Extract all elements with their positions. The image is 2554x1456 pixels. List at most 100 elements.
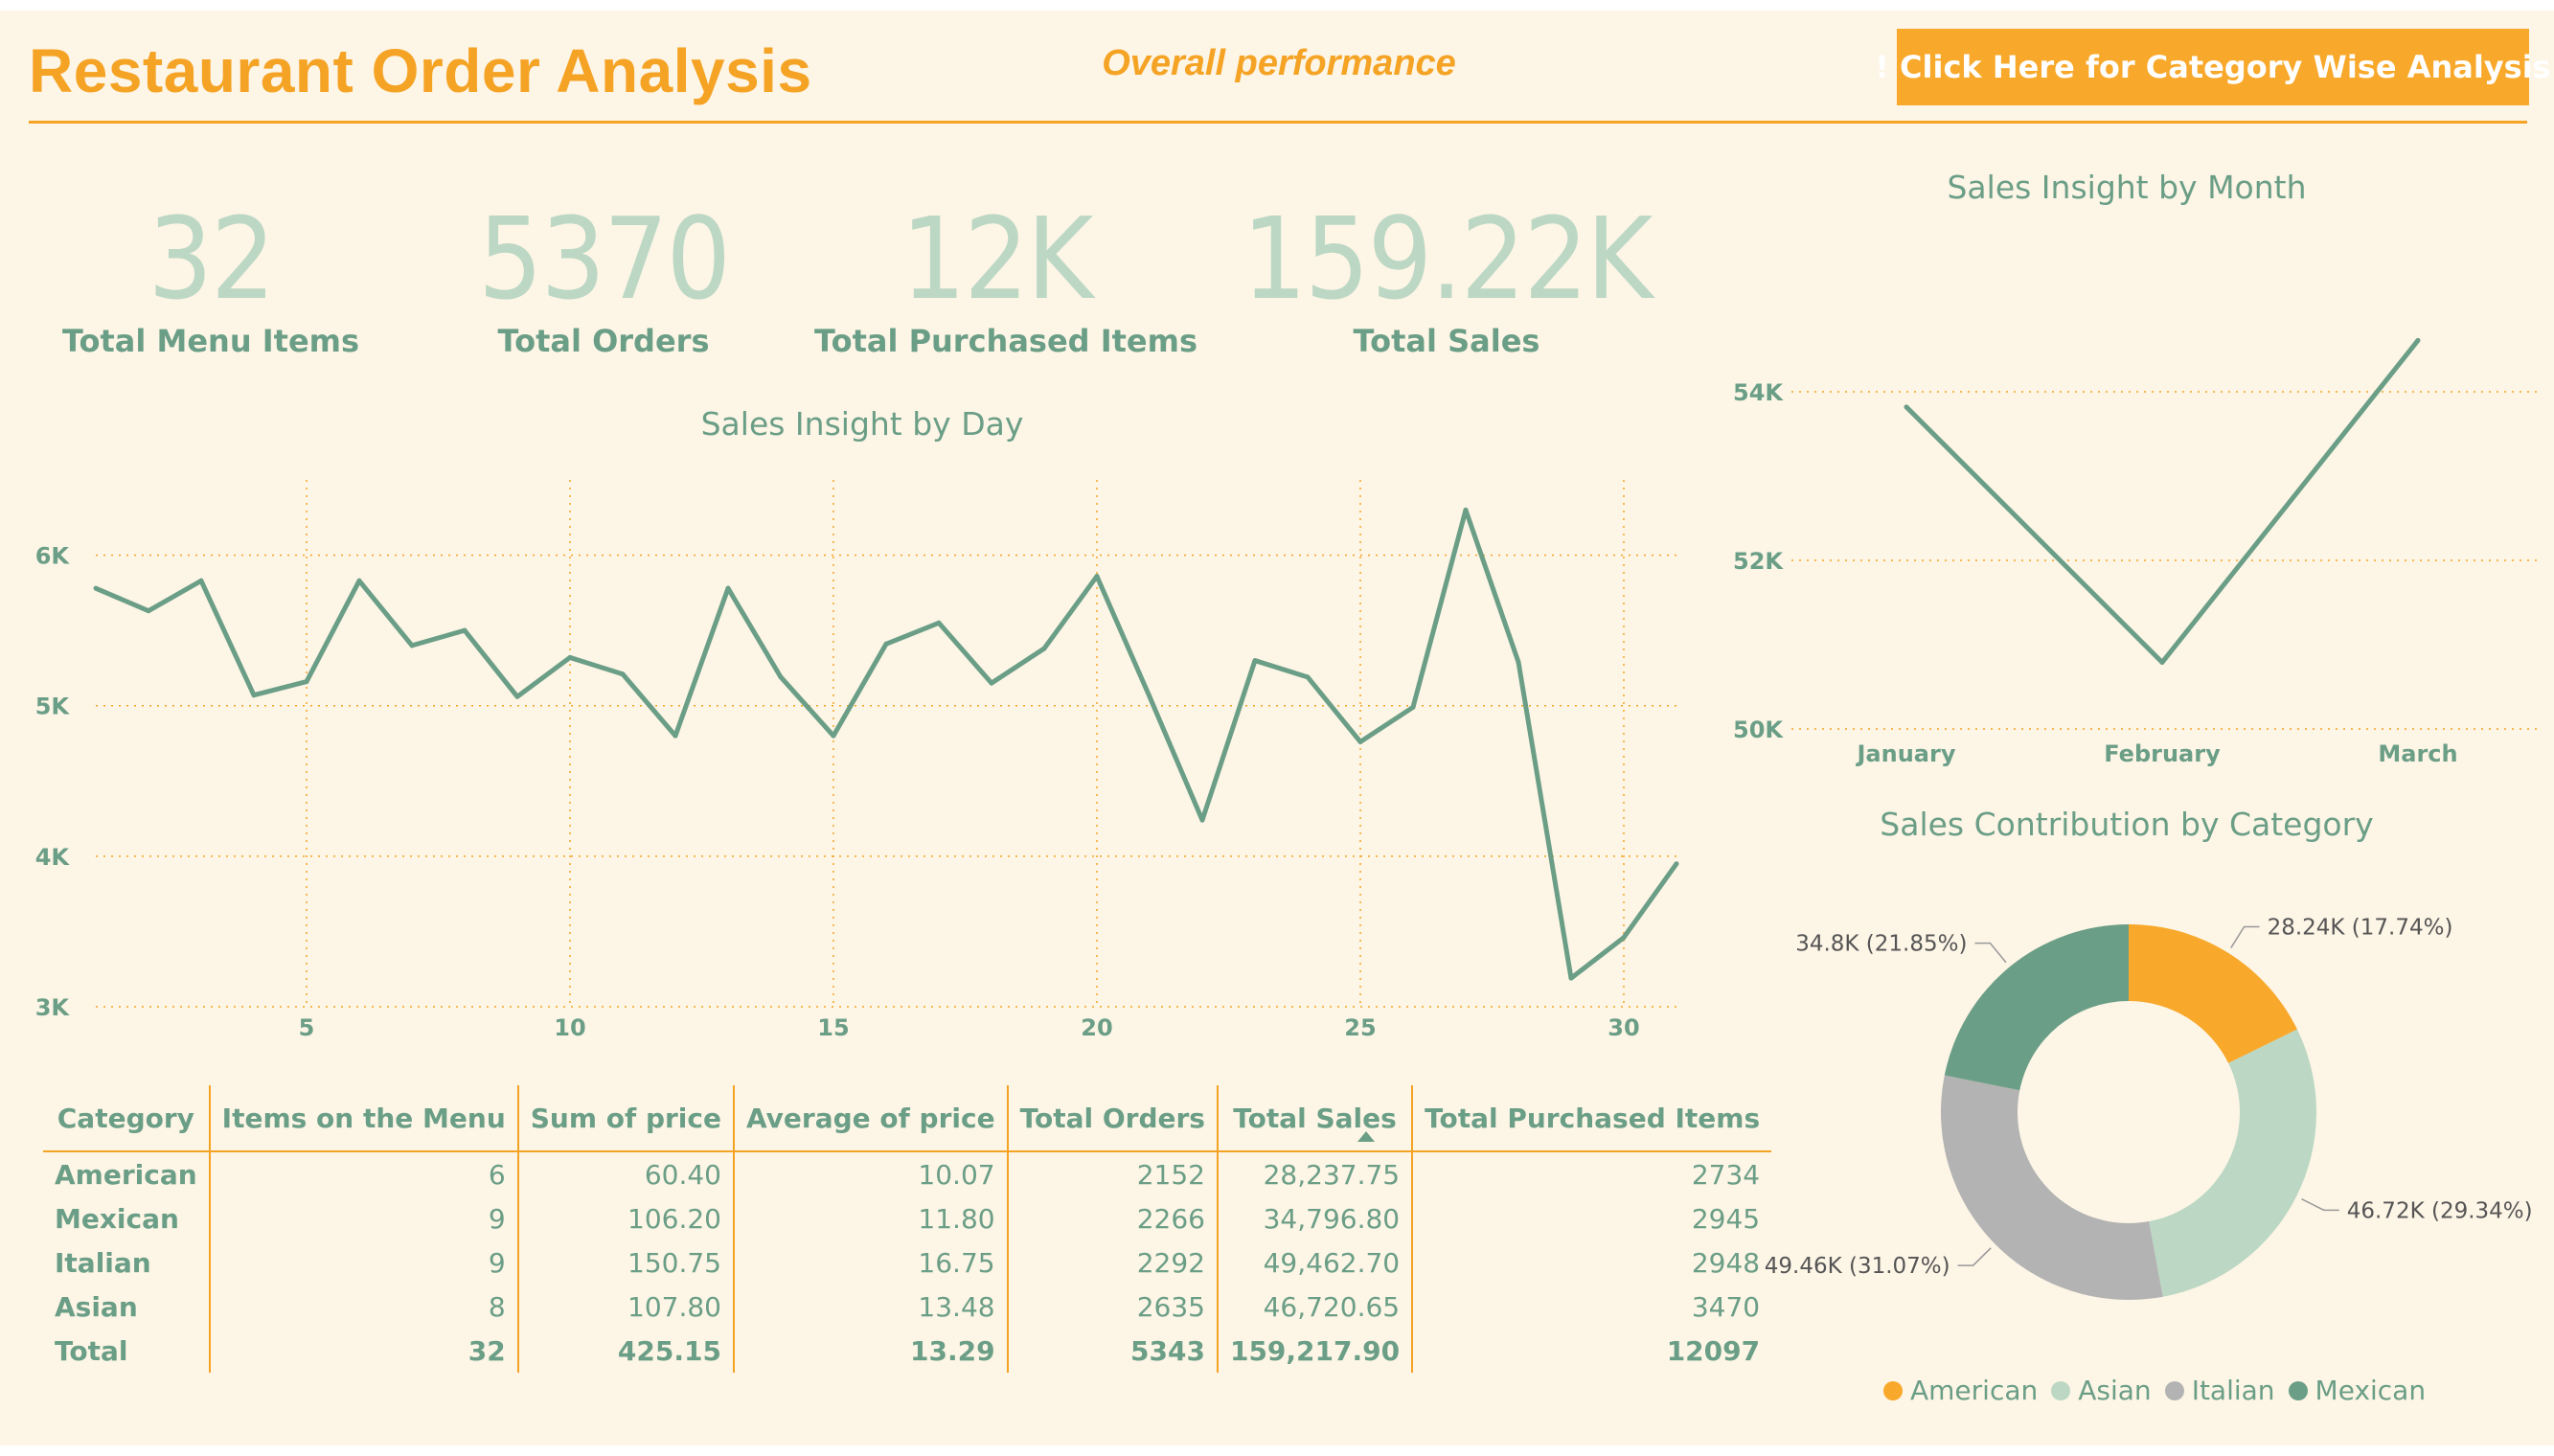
day-sales-point bbox=[514, 694, 520, 699]
donut-data-label: 49.46K (31.07%) bbox=[1765, 1254, 1950, 1279]
legend-item-asian[interactable]: Asian bbox=[2051, 1375, 2152, 1406]
day-x-tick-label: 5 bbox=[299, 1014, 315, 1041]
day-sales-point bbox=[1147, 694, 1152, 699]
table-row[interactable]: Mexican 9 106.20 11.80 2266 34,796.80 2945 bbox=[43, 1196, 1772, 1240]
day-sales-point bbox=[673, 733, 678, 739]
day-sales-point bbox=[1674, 861, 1679, 867]
table-cell-value: 2945 bbox=[1411, 1196, 1772, 1240]
day-sales-point bbox=[1199, 817, 1205, 823]
month-sales-line bbox=[1904, 338, 2420, 665]
table-cell-value: 6 bbox=[208, 1151, 518, 1196]
donut-leader-line bbox=[1957, 1247, 1992, 1266]
table-cell-value: 49,462.70 bbox=[1216, 1240, 1413, 1285]
legend-item-mexican[interactable]: Mexican bbox=[2288, 1375, 2427, 1406]
table-cell-value: 28,237.75 bbox=[1216, 1151, 1413, 1196]
table-row[interactable]: Asian 8 107.80 13.48 2635 46,720.65 3470 bbox=[43, 1285, 1772, 1329]
month-sales-point bbox=[2415, 337, 2421, 343]
kpi-total-menu-items-value: 32 bbox=[148, 193, 275, 325]
day-x-tick-label: 20 bbox=[1081, 1014, 1112, 1041]
day-y-tick-label: 4K bbox=[35, 844, 71, 871]
table-cell-value: 9 bbox=[208, 1196, 518, 1240]
legend-label-american: American bbox=[1910, 1375, 2039, 1406]
table-body: American 6 60.40 10.07 2152 28,237.75 2734 Mexi… bbox=[43, 1151, 1772, 1373]
day-x-tick-label: 15 bbox=[817, 1014, 849, 1041]
day-sales-point bbox=[198, 578, 204, 583]
category-legend: American Asian Italian Mexican bbox=[1883, 1375, 2429, 1406]
legend-label-mexican: Mexican bbox=[2315, 1375, 2427, 1406]
day-sales-point bbox=[989, 680, 994, 686]
column-header-items-on-menu[interactable]: Items on the Menu bbox=[208, 1085, 518, 1151]
dashboard-canvas: Restaurant Order Analysis Overall perfor… bbox=[0, 11, 2554, 1445]
table-row[interactable]: American 6 60.40 10.07 2152 28,237.75 2734 bbox=[43, 1151, 1772, 1196]
donut-data-label: 28.24K (17.74%) bbox=[2268, 915, 2453, 940]
kpi-total-purchased-items-label: Total Purchased Items bbox=[814, 323, 1198, 359]
table-cell-value: 2292 bbox=[1006, 1240, 1218, 1285]
month-chart-title: Sales Insight by Month bbox=[1947, 169, 2307, 206]
table-cell-value: 16.75 bbox=[732, 1240, 1008, 1285]
table-row[interactable]: Italian 9 150.75 16.75 2292 49,462.70 2948 bbox=[43, 1240, 1772, 1285]
column-header-total-orders[interactable]: Total Orders bbox=[1006, 1085, 1218, 1151]
table-header-row: Category Items on the Menu Sum of price … bbox=[43, 1085, 1772, 1151]
day-y-tick-label: 5K bbox=[35, 694, 71, 720]
header-divider bbox=[29, 121, 2527, 124]
column-header-category[interactable]: Category bbox=[43, 1085, 210, 1151]
day-sales-point bbox=[409, 643, 415, 648]
donut-leader-line bbox=[2230, 925, 2260, 948]
month-sales-point bbox=[2159, 659, 2165, 665]
column-header-sum-of-price[interactable]: Sum of price bbox=[516, 1085, 734, 1151]
day-sales-point bbox=[462, 627, 467, 633]
table-cell-category: Italian bbox=[55, 1246, 151, 1279]
kpi-total-sales-label: Total Sales bbox=[1353, 323, 1540, 359]
table-cell-category: Total bbox=[55, 1334, 128, 1367]
table-cell-value: 10.07 bbox=[732, 1151, 1008, 1196]
donut-data-label: 34.8K (21.85%) bbox=[1795, 932, 1967, 957]
day-y-tick-label: 3K bbox=[35, 994, 71, 1021]
donut-slice-asian bbox=[2149, 1029, 2316, 1297]
legend-item-italian[interactable]: Italian bbox=[2164, 1375, 2275, 1406]
table-cell-category: Mexican bbox=[55, 1202, 179, 1235]
day-sales-point bbox=[1041, 646, 1047, 651]
month-y-tick-label: 50K bbox=[1733, 717, 1784, 743]
donut-slice-mexican bbox=[1944, 924, 2129, 1091]
month-y-tick-label: 52K bbox=[1733, 548, 1784, 575]
table-cell-category: American bbox=[55, 1158, 197, 1191]
day-sales-point bbox=[251, 693, 257, 698]
page-title: Restaurant Order Analysis bbox=[29, 36, 812, 105]
month-sales-point bbox=[1904, 404, 1909, 410]
legend-label-italian: Italian bbox=[2191, 1375, 2275, 1406]
category-analysis-button[interactable]: ! Click Here for Category Wise Analysis bbox=[1875, 29, 2551, 105]
day-sales-point bbox=[1410, 704, 1416, 710]
day-sales-point bbox=[1516, 659, 1521, 665]
day-sales-point bbox=[146, 608, 151, 614]
day-sales-point bbox=[1305, 674, 1311, 680]
legend-label-asian: Asian bbox=[2078, 1375, 2152, 1406]
column-header-total-sales[interactable]: Total Sales bbox=[1216, 1085, 1413, 1151]
table-cell-value: 107.80 bbox=[516, 1285, 734, 1329]
table-cell-value: 106.20 bbox=[516, 1196, 734, 1240]
table-cell-value: 13.48 bbox=[732, 1285, 1008, 1329]
day-sales-point bbox=[883, 641, 889, 647]
day-sales-point bbox=[304, 679, 309, 685]
table-cell-value: 2734 bbox=[1411, 1151, 1772, 1196]
kpi-total-menu-items-label: Total Menu Items bbox=[61, 323, 360, 359]
table-cell-value: 12097 bbox=[1411, 1329, 1772, 1373]
day-sales-point bbox=[356, 578, 362, 583]
table-cell-value: 3470 bbox=[1411, 1285, 1772, 1329]
sales-by-month-chart: 50K 52K 54K January February March bbox=[1733, 337, 2539, 767]
table-cell-value: 9 bbox=[208, 1240, 518, 1285]
sales-by-category-donut: 28.24K (17.74%) 46.72K (29.34%) 49.46K (31… bbox=[1765, 915, 2533, 1300]
table-cell-value: 34,796.80 bbox=[1216, 1196, 1413, 1240]
legend-item-american[interactable]: American bbox=[1883, 1375, 2038, 1406]
table-cell-value: 159,217.90 bbox=[1216, 1329, 1413, 1373]
day-sales-point bbox=[1463, 507, 1469, 512]
table-cell-value: 150.75 bbox=[516, 1240, 734, 1285]
sales-by-day-chart: 3K 4K 5K 6K 5 10 15 20 25 30 bbox=[35, 480, 1679, 1041]
column-header-average-of-price[interactable]: Average of price bbox=[732, 1085, 1008, 1151]
day-sales-point bbox=[620, 671, 626, 677]
table-cell-value: 2152 bbox=[1006, 1151, 1218, 1196]
table-total-row[interactable]: Total 32 425.15 13.29 5343 159,217.90 12097 bbox=[43, 1329, 1772, 1373]
table-cell-value: 13.29 bbox=[732, 1329, 1008, 1373]
day-sales-point bbox=[1568, 975, 1574, 981]
column-header-total-purchased-items[interactable]: Total Purchased Items bbox=[1411, 1085, 1772, 1151]
sort-ascending-icon[interactable] bbox=[1357, 1131, 1375, 1142]
